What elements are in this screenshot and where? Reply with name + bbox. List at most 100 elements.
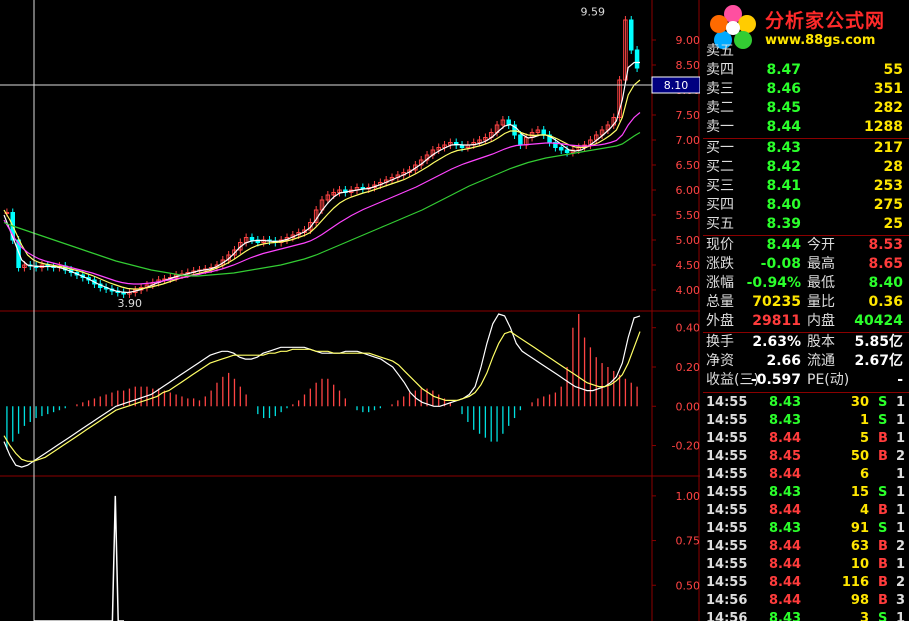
trade-row: 14:55 8.43 30 S 1 [703,394,909,412]
level-volume: 217 [873,140,903,156]
trade-count: 2 [896,449,906,464]
trade-side: S [878,485,888,500]
trade-volume: 91 [850,521,869,536]
y-tick-label: 6.50 [676,159,701,172]
y-tick-label: 0.00 [676,400,701,413]
level-volume: 28 [883,159,903,175]
trade-row: 14:55 8.43 15 S 1 [703,484,909,502]
fund-label: 流通 [807,353,835,369]
trade-side: B [878,593,888,608]
trade-side: B [878,539,888,554]
trade-row: 14:55 8.43 1 S 1 [703,412,909,430]
y-tick-label: 4.50 [676,259,701,272]
candle-body [628,19,634,51]
stock-chart[interactable]: 4.004.505.005.506.006.507.007.508.008.50… [0,0,700,621]
quote-row: 现价 8.44 今开 8.53 [703,236,909,255]
trade-count: 1 [896,503,906,518]
trade-side: S [878,611,888,621]
trade-price: 8.43 [769,413,802,428]
trade-side: B [878,557,888,572]
y-tick-label: 6.00 [676,184,701,197]
trade-price: 8.45 [769,449,802,464]
price-annotation: 9.59 [581,6,606,19]
quote-value: 8.65 [868,256,903,272]
trade-side: S [878,395,888,410]
series-line [3,61,640,294]
trade-volume: 15 [850,485,869,500]
trade-time: 14:55 [706,431,748,446]
trade-count: 2 [896,575,906,590]
fund-label: 净资 [706,353,734,369]
y-tick-label: 7.50 [676,109,701,122]
level-label: 买三 [706,178,734,194]
ask-level-row: 卖二 8.45 282 [703,99,909,118]
quote-value: -0.08 [760,256,801,272]
y-tick-label: 8.50 [676,59,701,72]
fund-value: 2.66 [766,353,801,369]
trade-row: 14:56 8.43 3 S 1 [703,610,909,621]
quote-label: 内盘 [807,313,835,329]
quote-value: 70235 [752,294,801,310]
fund-value: -0.597 [750,372,801,388]
quote-row: 涨幅 -0.94% 最低 8.40 [703,274,909,293]
quote-row: 总量 70235 量比 0.36 [703,293,909,312]
trade-row: 14:55 8.44 10 B 1 [703,556,909,574]
level-volume: 275 [873,197,903,213]
bid-level-row: 买四 8.40 275 [703,196,909,215]
ask-level-row: 卖五 [703,42,909,61]
level-price: 8.39 [766,216,801,232]
candle-body [249,237,255,241]
panel-divider [703,392,909,393]
candle-body [541,129,546,136]
crosshair-value-label: 8.10 [664,79,689,92]
level-volume: 55 [883,62,903,78]
trade-time: 14:55 [706,521,748,536]
quote-value: 29811 [752,313,801,329]
y-tick-label: 0.20 [676,361,701,374]
trade-volume: 116 [841,575,869,590]
level-price: 8.47 [766,62,801,78]
trade-count: 1 [896,557,906,572]
trade-side: B [878,503,888,518]
level-price: 8.40 [766,197,801,213]
level-label: 卖四 [706,62,734,78]
trade-time: 14:55 [706,467,748,482]
level-label: 买四 [706,197,734,213]
quote-label: 现价 [706,237,734,253]
quote-value: 0.36 [868,294,903,310]
trade-row: 14:55 8.45 50 B 2 [703,448,909,466]
trade-side: B [878,449,888,464]
trade-count: 2 [896,539,906,554]
bid-level-row: 买一 8.43 217 [703,139,909,158]
level-label: 卖一 [706,119,734,135]
trade-volume: 3 [859,611,869,621]
y-tick-label: 1.00 [676,490,701,503]
quote-value: 8.40 [868,275,903,291]
level-label: 买五 [706,216,734,232]
level-label: 卖五 [706,43,734,59]
fund-value: - [897,372,903,388]
trade-volume: 6 [859,467,869,482]
trade-time: 14:55 [706,557,748,572]
trade-row: 14:55 8.44 116 B 2 [703,574,909,592]
trade-row: 14:55 8.44 63 B 2 [703,538,909,556]
fund-label: 股本 [807,334,835,350]
trade-price: 8.44 [769,431,802,446]
fund-value: 2.63% [752,334,801,350]
price-annotation: 3.90 [118,297,143,310]
bid-level-row: 买三 8.41 253 [703,177,909,196]
trade-side: B [878,431,888,446]
bid-level-row: 买二 8.42 28 [703,158,909,177]
trade-price: 8.44 [769,557,802,572]
trade-price: 8.44 [769,467,802,482]
candle-body [518,134,523,146]
trade-volume: 1 [859,413,869,428]
series-line [34,495,124,621]
trade-count: 1 [896,485,906,500]
level-label: 买二 [706,159,734,175]
trade-volume: 30 [850,395,869,410]
trade-row: 14:56 8.44 98 B 3 [703,592,909,610]
bid-level-row: 买五 8.39 25 [703,215,909,234]
fund-value: 2.67亿 [854,353,903,369]
trade-count: 1 [896,467,906,482]
